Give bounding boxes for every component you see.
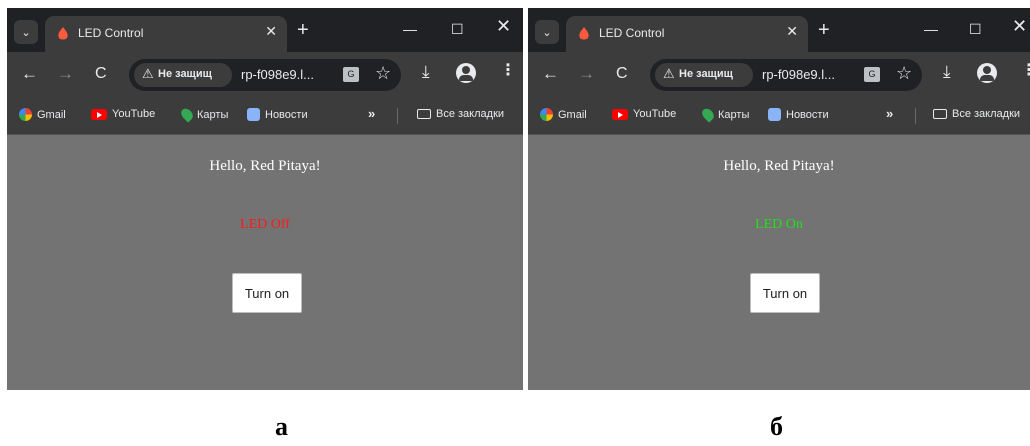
toggle-led-button[interactable]: Turn on xyxy=(232,273,302,313)
translate-icon[interactable]: G xyxy=(864,67,880,82)
bookmark-news[interactable]: Новости xyxy=(768,108,829,121)
menu-icon[interactable]: ⋮ xyxy=(500,62,516,80)
browser-window-b: ⌄ LED Control ✕ + — ☐ ✕ ← → C ⚠ Не защищ… xyxy=(528,8,1030,390)
page-content: Hello, Red Pitaya! LED On Turn on xyxy=(528,135,1030,390)
page-content: Hello, Red Pitaya! LED Off Turn on xyxy=(7,135,523,390)
figure-caption-a: а xyxy=(275,412,288,441)
tab-close-icon[interactable]: ✕ xyxy=(265,23,277,40)
menu-icon[interactable]: ⋮ xyxy=(1021,62,1030,80)
bookmark-news[interactable]: Новости xyxy=(247,108,308,121)
bookmark-label: YouTube xyxy=(112,108,156,120)
page-heading: Hello, Red Pitaya! xyxy=(209,158,321,174)
youtube-icon xyxy=(612,108,628,120)
bookmark-all[interactable]: Все закладки xyxy=(933,108,1020,120)
tab-search-icon[interactable]: ⌄ xyxy=(535,20,559,44)
toggle-led-button[interactable]: Turn on xyxy=(750,273,820,313)
bookmarks-divider xyxy=(915,108,916,124)
bookmark-star-icon[interactable]: ☆ xyxy=(896,63,912,84)
page-heading: Hello, Red Pitaya! xyxy=(723,158,835,174)
title-bar: ⌄ LED Control ✕ + — ☐ ✕ xyxy=(528,8,1030,52)
maximize-button[interactable]: ☐ xyxy=(969,20,982,38)
bookmark-youtube[interactable]: YouTube xyxy=(91,108,155,120)
tab-search-icon[interactable]: ⌄ xyxy=(14,20,38,44)
bookmarks-divider xyxy=(397,108,398,124)
title-bar: ⌄ LED Control ✕ + — ☐ ✕ xyxy=(7,8,523,52)
red-pitaya-favicon-icon xyxy=(58,27,68,40)
maps-icon xyxy=(178,106,196,123)
bookmark-label: YouTube xyxy=(633,108,677,120)
bookmarks-more-button[interactable]: » xyxy=(886,106,893,121)
bookmark-label: Новости xyxy=(786,108,829,121)
led-status: LED On xyxy=(755,217,803,232)
bookmarks-bar: Gmail YouTube Карты Новости » Все заклад… xyxy=(7,98,523,135)
tab-title: LED Control xyxy=(599,26,665,40)
bookmark-label: Gmail xyxy=(558,108,587,121)
warning-icon: ⚠ xyxy=(663,66,675,81)
tab-close-icon[interactable]: ✕ xyxy=(786,23,798,40)
security-chip[interactable]: ⚠ Не защищ xyxy=(134,63,232,87)
bookmark-maps[interactable]: Карты xyxy=(178,106,229,123)
tab-led-control[interactable]: LED Control ✕ xyxy=(45,16,287,52)
gmail-icon xyxy=(540,108,553,121)
bookmark-youtube[interactable]: YouTube xyxy=(612,108,676,120)
folder-icon xyxy=(417,109,431,119)
red-pitaya-favicon-icon xyxy=(579,27,589,40)
close-window-button[interactable]: ✕ xyxy=(1012,17,1027,35)
bookmark-label: Карты xyxy=(197,108,229,121)
folder-icon xyxy=(933,109,947,119)
warning-icon: ⚠ xyxy=(142,66,154,81)
url-text[interactable]: rp-f098e9.l... xyxy=(762,67,835,82)
bookmark-gmail[interactable]: Gmail xyxy=(540,108,587,121)
maximize-button[interactable]: ☐ xyxy=(451,20,464,38)
security-label: Не защищ xyxy=(679,68,733,80)
bookmark-label: Все закладки xyxy=(952,108,1021,120)
tab-led-control[interactable]: LED Control ✕ xyxy=(566,16,808,52)
figure-caption-b: б xyxy=(770,412,783,441)
download-icon[interactable]: ⤓ xyxy=(422,62,430,82)
news-icon xyxy=(768,108,781,121)
profile-avatar-icon[interactable] xyxy=(977,63,997,83)
download-icon[interactable]: ⤓ xyxy=(943,62,951,82)
security-label: Не защищ xyxy=(158,68,212,80)
bookmark-label: Карты xyxy=(718,108,750,121)
browser-window-a: ⌄ LED Control ✕ + — ☐ ✕ ← → C ⚠ Не защищ… xyxy=(7,8,523,390)
forward-button[interactable]: → xyxy=(57,65,74,83)
led-status: LED Off xyxy=(240,217,290,232)
new-tab-button[interactable]: + xyxy=(297,20,309,40)
forward-button[interactable]: → xyxy=(578,65,595,83)
news-icon xyxy=(247,108,260,121)
tab-title: LED Control xyxy=(78,26,144,40)
back-button[interactable]: ← xyxy=(542,65,559,83)
bookmark-maps[interactable]: Карты xyxy=(699,106,750,123)
translate-icon[interactable]: G xyxy=(343,67,359,82)
minimize-button[interactable]: — xyxy=(924,20,938,38)
bookmark-label: Все закладки xyxy=(436,108,505,120)
maps-icon xyxy=(699,106,717,123)
close-window-button[interactable]: ✕ xyxy=(496,17,511,35)
address-bar[interactable]: ⚠ Не защищ rp-f098e9.l... G ☆ xyxy=(129,59,401,91)
back-button[interactable]: ← xyxy=(21,65,38,83)
bookmark-label: Gmail xyxy=(37,108,66,121)
youtube-icon xyxy=(91,108,107,120)
reload-button[interactable]: C xyxy=(616,65,628,83)
toolbar: ← → C ⚠ Не защищ rp-f098e9.l... G ☆ ⤓ ⋮ xyxy=(528,52,1030,98)
gmail-icon xyxy=(19,108,32,121)
bookmarks-more-button[interactable]: » xyxy=(368,106,375,121)
address-bar[interactable]: ⚠ Не защищ rp-f098e9.l... G ☆ xyxy=(650,59,922,91)
bookmark-gmail[interactable]: Gmail xyxy=(19,108,66,121)
profile-avatar-icon[interactable] xyxy=(456,63,476,83)
bookmark-all[interactable]: Все закладки xyxy=(417,108,504,120)
security-chip[interactable]: ⚠ Не защищ xyxy=(655,63,753,87)
toolbar: ← → C ⚠ Не защищ rp-f098e9.l... G ☆ ⤓ ⋮ xyxy=(7,52,523,98)
reload-button[interactable]: C xyxy=(95,65,107,83)
bookmark-label: Новости xyxy=(265,108,308,121)
bookmark-star-icon[interactable]: ☆ xyxy=(375,63,391,84)
new-tab-button[interactable]: + xyxy=(818,20,830,40)
url-text[interactable]: rp-f098e9.l... xyxy=(241,67,314,82)
bookmarks-bar: Gmail YouTube Карты Новости » Все заклад… xyxy=(528,98,1030,135)
minimize-button[interactable]: — xyxy=(403,20,417,38)
